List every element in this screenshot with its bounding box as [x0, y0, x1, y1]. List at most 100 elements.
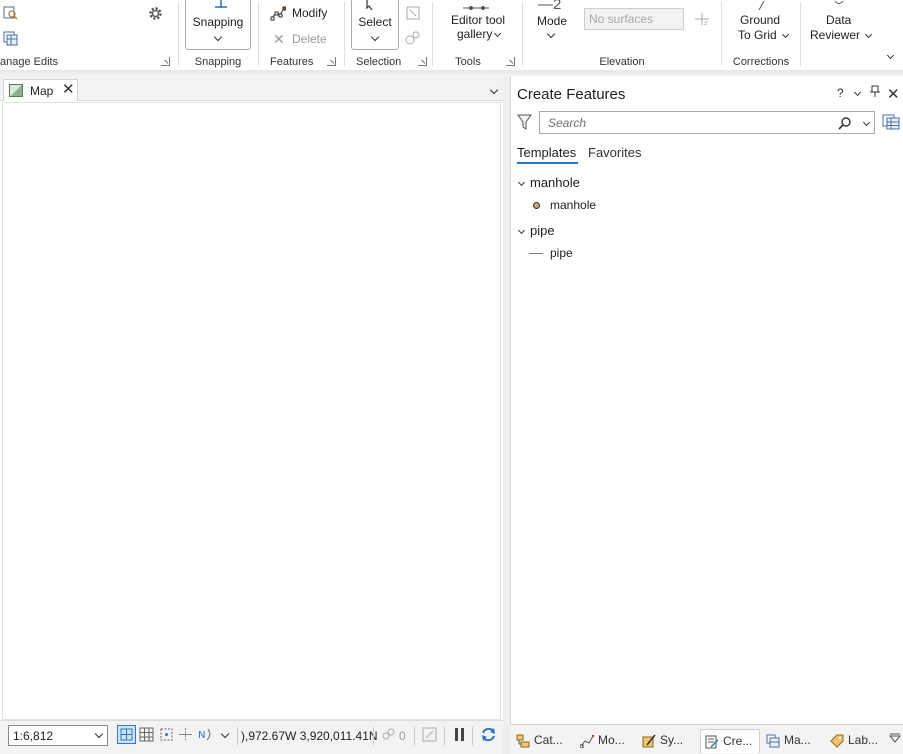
refresh-icon[interactable] — [480, 726, 497, 743]
map-tab-bar: Map ✕ — [0, 76, 503, 101]
delete-button[interactable]: ✕ Delete — [273, 30, 333, 48]
chevron-down-icon[interactable] — [489, 82, 499, 96]
map-canvas[interactable] — [2, 102, 501, 720]
elevation-z-icon[interactable]: z — [694, 11, 710, 27]
pause-drawing-icon[interactable] — [452, 727, 467, 742]
ground-to-grid-label-line1: Ground — [740, 13, 781, 27]
modify-icon — [270, 5, 287, 21]
manage-edits-group: anage Edits — [0, 0, 178, 70]
selection-launcher-icon[interactable] — [418, 57, 427, 66]
search-placeholder: Search — [548, 116, 587, 130]
tab-symbology[interactable]: Sy... — [638, 729, 700, 753]
chevron-down-icon — [94, 729, 104, 739]
editor-tools-icon — [461, 0, 491, 10]
features-launcher-icon[interactable] — [327, 57, 336, 66]
dock-overflow-icon[interactable] — [888, 733, 902, 745]
tab-manage-templates[interactable]: Ma... — [762, 729, 824, 753]
map-icon — [9, 84, 23, 97]
selected-features-icon[interactable] — [381, 727, 396, 742]
layer-group-manhole[interactable]: manhole — [517, 175, 580, 190]
surface-placeholder: No surfaces — [589, 12, 654, 26]
pane-options-chevron-icon[interactable] — [852, 86, 862, 100]
status-separator — [444, 727, 445, 745]
selected-features-count: 0 — [399, 729, 406, 743]
tab-favorites[interactable]: Favorites — [588, 145, 641, 160]
status-separator — [414, 727, 415, 745]
ribbon-collapse-icon[interactable] — [886, 51, 895, 60]
scale-dropdown[interactable]: 1:6,812 — [8, 725, 108, 746]
select-attributes-icon[interactable] — [404, 30, 422, 46]
tab-labeling[interactable]: Lab... — [826, 729, 888, 753]
tools-launcher-icon[interactable] — [506, 57, 515, 66]
snapping-button[interactable]: Snapping — [185, 0, 251, 50]
layer-name: manhole — [530, 175, 580, 190]
chevron-down-icon — [493, 29, 502, 38]
chevron-down-icon[interactable] — [517, 226, 526, 234]
surface-dropdown[interactable]: No surfaces — [584, 8, 684, 30]
close-icon[interactable]: ✕ — [62, 82, 75, 98]
tab-label: Mo... — [598, 733, 625, 747]
edit-table-icon[interactable] — [3, 31, 18, 46]
template-item-pipe[interactable]: pipe — [550, 246, 573, 260]
corrections-group: Ground To Grid Corrections — [722, 0, 800, 70]
active-tab-indicator — [517, 162, 578, 164]
mode-button[interactable]: Mode — [533, 13, 573, 43]
edit-search-icon[interactable] — [3, 5, 18, 20]
pin-icon[interactable] — [869, 85, 881, 101]
ribbon: anage Edits Snapping Snapping Modify ✕ D… — [0, 0, 903, 70]
tab-catalog[interactable]: Cat... — [512, 729, 576, 753]
tab-templates[interactable]: Templates — [517, 145, 576, 160]
labeling-icon — [830, 734, 844, 748]
chevron-down-icon[interactable] — [862, 118, 871, 127]
search-input[interactable]: Search — [539, 111, 875, 134]
select-button-label: Select — [358, 15, 392, 29]
line-symbol-icon — [529, 253, 543, 254]
chevron-down-icon[interactable] — [220, 729, 230, 739]
delete-button-label: Delete — [292, 32, 327, 46]
filter-icon[interactable] — [517, 114, 532, 133]
status-separator — [373, 727, 374, 745]
dock-tab-bar: Cat... Mo... Sy... Cre... Ma... Lab... — [510, 724, 903, 754]
manage-edits-launcher-icon[interactable] — [161, 57, 170, 66]
tab-create-features[interactable]: Cre... — [700, 729, 760, 753]
search-icon[interactable] — [838, 116, 852, 130]
snapping-dots-icon[interactable] — [159, 727, 174, 742]
help-icon[interactable]: ? — [837, 86, 844, 100]
chevron-down-icon — [781, 30, 790, 39]
close-icon: ✕ — [273, 31, 285, 47]
selection-group: Select Selection — [345, 0, 431, 70]
tab-map[interactable]: Map ✕ — [3, 79, 78, 101]
constraints-icon[interactable] — [178, 727, 193, 742]
editor-tool-gallery-label-line1: Editor tool — [450, 13, 506, 27]
layer-group-pipe[interactable]: pipe — [517, 223, 555, 238]
chevron-down-icon — [213, 32, 223, 42]
svg-text:N: N — [198, 730, 205, 741]
tab-label: Ma... — [784, 733, 811, 747]
z-mode-icon: —2 — [538, 0, 562, 13]
tab-modify[interactable]: Mo... — [576, 729, 638, 753]
template-item-manhole[interactable]: manhole — [550, 198, 596, 212]
select-by-shape-icon[interactable] — [406, 6, 420, 20]
coordinates-readout: ),972.67W 3,920,011.41N — [241, 729, 378, 743]
manage-edits-group-label: anage Edits — [0, 56, 59, 68]
elevation-group-label: Elevation — [599, 56, 645, 68]
create-features-icon — [705, 735, 719, 749]
manage-templates-icon[interactable] — [882, 114, 900, 133]
refresh-map-icon[interactable] — [422, 727, 437, 742]
ground-to-grid-button[interactable]: Ground To Grid — [732, 12, 796, 44]
editor-tool-gallery-button[interactable]: Editor tool gallery — [443, 12, 513, 42]
modify-button[interactable]: Modify — [270, 4, 340, 22]
snapping-group-label: Snapping — [194, 56, 242, 68]
chevron-down-icon[interactable] — [517, 178, 526, 186]
north-arrow-icon[interactable]: N — [198, 727, 213, 742]
chevron-down-icon — [864, 30, 873, 39]
gear-icon[interactable] — [147, 5, 164, 22]
grid-view-icon[interactable] — [117, 725, 136, 744]
data-reviewer-button[interactable]: Data Reviewer — [809, 12, 875, 44]
select-button[interactable]: Select — [351, 0, 399, 50]
pane-splitter[interactable] — [503, 76, 510, 754]
table-grid-icon[interactable] — [139, 727, 154, 742]
close-icon[interactable]: ✕ — [887, 85, 900, 103]
features-group: Modify ✕ Delete Features — [259, 0, 343, 70]
elevation-group: —2 Mode No surfaces z Elevation — [523, 0, 721, 70]
